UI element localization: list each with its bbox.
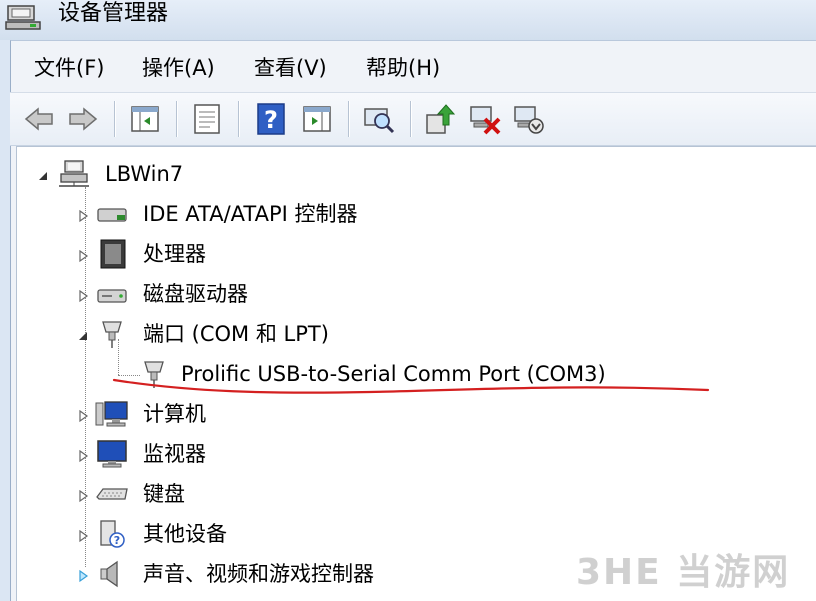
tree-item-label: 键盘 [143, 482, 185, 506]
title-bar: 设备管理器 [0, 0, 816, 40]
action-pane-icon[interactable] [300, 101, 334, 137]
tree-item-ide-controller[interactable]: IDE ATA/ATAPI 控制器 [73, 197, 773, 231]
menu-bar: 文件(F) 操作(A) 查看(V) 帮助(H) [10, 44, 816, 90]
collapse-arrow-icon[interactable] [37, 169, 49, 183]
toolbar-separator [114, 101, 115, 137]
tree-item-ports[interactable]: 端口 (COM 和 LPT) [73, 317, 773, 351]
expand-arrow-icon[interactable] [77, 289, 89, 303]
tree-item-label: IDE ATA/ATAPI 控制器 [143, 202, 358, 226]
uninstall-device-icon[interactable] [468, 101, 502, 137]
toolbar-separator [238, 101, 239, 137]
help-icon[interactable]: ? [254, 101, 288, 137]
monitor-icon [97, 440, 127, 468]
device-manager-icon [5, 5, 41, 30]
tree-item-label: 声音、视频和游戏控制器 [143, 562, 374, 586]
scan-hardware-icon[interactable] [362, 101, 396, 137]
expand-arrow-icon[interactable] [77, 249, 89, 263]
expand-arrow-icon[interactable] [77, 569, 89, 583]
tree-item-other-devices[interactable]: ? 其他设备 [73, 517, 773, 551]
menu-action[interactable]: 操作(A) [140, 52, 217, 84]
disk-drive-icon [97, 289, 127, 303]
speaker-icon [100, 560, 118, 588]
properties-icon[interactable] [190, 101, 224, 137]
expand-arrow-icon[interactable] [77, 209, 89, 223]
disable-device-icon[interactable] [512, 101, 546, 137]
ide-controller-icon [97, 208, 127, 222]
unknown-device-icon: ? [100, 520, 125, 548]
forward-arrow-icon[interactable] [66, 101, 100, 137]
tree-item-disk-drive[interactable]: 磁盘驱动器 [73, 277, 773, 311]
toolbar: ? [10, 92, 816, 146]
tree-item-label: 磁盘驱动器 [143, 282, 248, 306]
watermark-logo: 3HE 当游网 [576, 552, 791, 593]
tree-item-label: 其他设备 [143, 522, 227, 546]
expand-arrow-icon[interactable] [77, 409, 89, 423]
tree-item-processor[interactable]: 处理器 [73, 237, 773, 271]
tree-root-label: LBWin7 [105, 162, 184, 186]
tree-item-monitor[interactable]: 监视器 [73, 437, 773, 471]
expand-arrow-icon[interactable] [77, 529, 89, 543]
toolbar-separator [176, 101, 177, 137]
toolbar-separator [410, 101, 411, 137]
tree-item-label: 处理器 [143, 242, 206, 266]
menu-file[interactable]: 文件(F) [32, 52, 106, 84]
collapse-arrow-icon[interactable] [77, 329, 89, 343]
back-arrow-icon[interactable] [22, 101, 56, 137]
svg-text:?: ? [114, 534, 120, 547]
red-underline-annotation [112, 378, 710, 394]
toolbar-separator [348, 101, 349, 137]
tree-item-keyboard[interactable]: 键盘 [73, 477, 773, 511]
computer-network-icon [59, 160, 89, 187]
window-title: 设备管理器 [58, 1, 169, 26]
expand-arrow-icon[interactable] [77, 449, 89, 463]
expand-arrow-icon[interactable] [77, 489, 89, 503]
tree-root[interactable]: LBWin7 [33, 157, 333, 191]
tree-item-label: 监视器 [143, 442, 206, 466]
processor-icon [100, 239, 126, 269]
svg-text:?: ? [264, 106, 278, 134]
port-icon [102, 321, 122, 348]
tree-item-label: 端口 (COM 和 LPT) [143, 322, 329, 346]
update-driver-icon[interactable] [424, 101, 458, 137]
menu-help[interactable]: 帮助(H) [364, 52, 442, 84]
menu-view[interactable]: 查看(V) [252, 52, 329, 84]
show-hide-console-tree-icon[interactable] [128, 101, 162, 137]
keyboard-icon [96, 488, 128, 500]
